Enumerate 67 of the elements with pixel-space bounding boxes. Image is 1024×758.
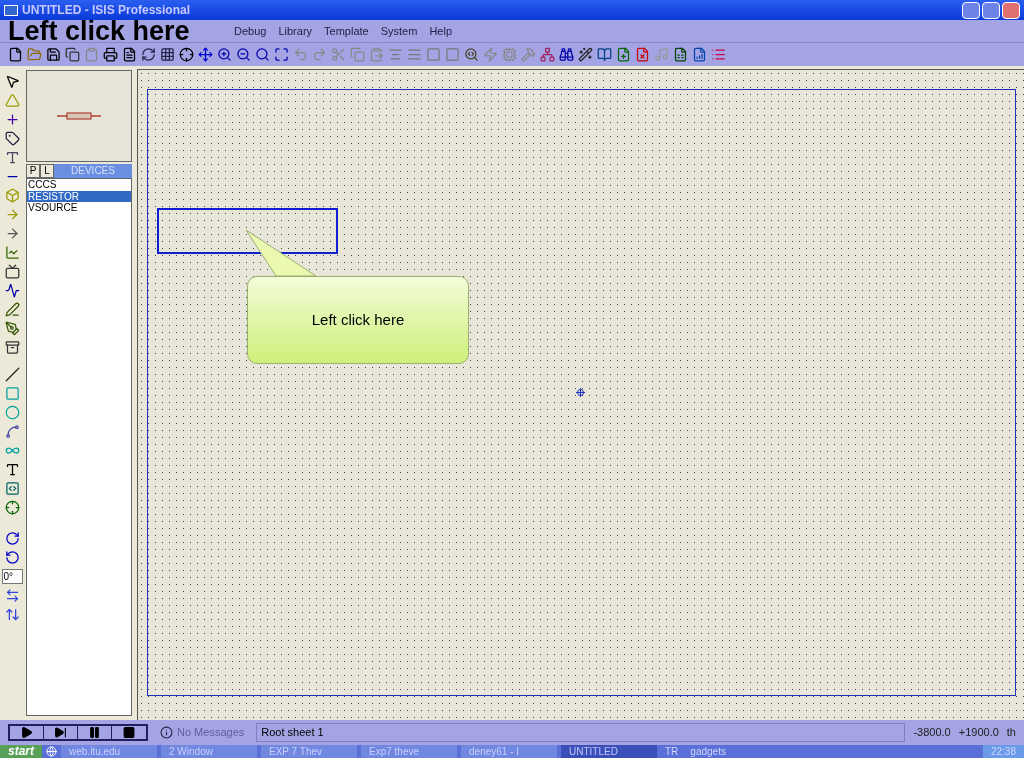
magnifier-icon[interactable]	[464, 47, 479, 62]
mirror-horizontal-icon[interactable]	[4, 588, 20, 603]
generator-icon[interactable]	[4, 283, 20, 298]
mirror-vertical-icon[interactable]	[4, 607, 20, 622]
label-icon[interactable]	[4, 131, 20, 146]
graph-icon[interactable]	[4, 245, 20, 260]
save-icon[interactable]	[46, 47, 61, 62]
zoom-in-icon[interactable]	[217, 47, 232, 62]
book-icon[interactable]	[597, 47, 612, 62]
menu-item[interactable]: Help	[429, 22, 452, 40]
copy-icon[interactable]	[65, 47, 80, 62]
text-icon[interactable]	[4, 462, 20, 477]
clipboard-icon[interactable]	[84, 47, 99, 62]
zoom-out-icon[interactable]	[236, 47, 251, 62]
search-icon[interactable]	[255, 47, 270, 62]
rotate-counterclockwise-icon[interactable]	[4, 550, 20, 565]
refresh-icon[interactable]	[141, 47, 156, 62]
grid-icon[interactable]	[160, 47, 175, 62]
restore-button[interactable]	[982, 1, 1000, 19]
hierarchy-icon[interactable]	[540, 47, 555, 62]
menu-item[interactable]: Template	[324, 22, 369, 40]
menu-item[interactable]: Library	[278, 22, 313, 40]
system-tray-clock: 22:38	[982, 745, 1024, 758]
pointer-icon[interactable]	[4, 74, 20, 89]
devices-header: DEVICES	[54, 164, 132, 178]
origin-marker-icon	[576, 388, 585, 397]
binoculars-icon[interactable]	[559, 47, 574, 62]
callout-pointer	[246, 230, 316, 278]
device-item[interactable]: VSOURCE	[27, 202, 131, 214]
line-icon[interactable]	[4, 367, 20, 382]
close-button[interactable]	[1002, 1, 1020, 19]
callout-text: Left click here	[311, 309, 405, 330]
menu-item[interactable]: Debug	[234, 22, 267, 40]
file-plus-icon[interactable]	[616, 47, 631, 62]
zoom-extents-icon[interactable]	[274, 47, 289, 62]
junction-icon[interactable]	[4, 112, 20, 127]
taskbar-task[interactable]: UNTITLED	[561, 745, 657, 758]
minimize-button[interactable]	[962, 1, 980, 19]
file-delete-icon[interactable]	[635, 47, 650, 62]
circle-icon[interactable]	[4, 405, 20, 420]
x-coordinate: -3800.0	[913, 725, 951, 741]
crosshair-icon[interactable]	[179, 47, 194, 62]
report-icon[interactable]	[692, 47, 707, 62]
y-coordinate: +1900.0	[958, 725, 999, 741]
wand-icon[interactable]	[578, 47, 593, 62]
rotation-field[interactable]: 0°	[1, 569, 23, 584]
schematic-canvas[interactable]: Left click here	[137, 69, 1024, 720]
picker-tab[interactable]: P	[26, 164, 40, 178]
resistor-symbol-drawing	[57, 112, 101, 120]
arc-icon[interactable]	[4, 424, 20, 439]
messages-text: No Messages	[177, 725, 245, 741]
sheet-field: Root sheet 1	[256, 723, 906, 742]
menu-item[interactable]: System	[380, 22, 418, 40]
device-item[interactable]: RESISTOR	[27, 190, 131, 202]
units-text: th	[1006, 725, 1016, 741]
rotate-clockwise-icon[interactable]	[4, 531, 20, 546]
document-icon[interactable]	[122, 47, 137, 62]
caption-overlay: Left click here	[8, 20, 191, 42]
device-item[interactable]: CCCS	[27, 179, 131, 191]
new-file-icon[interactable]	[8, 47, 23, 62]
info-icon	[160, 726, 173, 739]
printer-icon[interactable]	[103, 47, 118, 62]
app-icon	[4, 4, 18, 16]
window-title: UNTITLED - ISIS Professional	[22, 2, 191, 19]
browser-icon[interactable]	[46, 746, 57, 757]
picker-tab[interactable]: L	[40, 164, 54, 178]
move-icon[interactable]	[198, 47, 213, 62]
